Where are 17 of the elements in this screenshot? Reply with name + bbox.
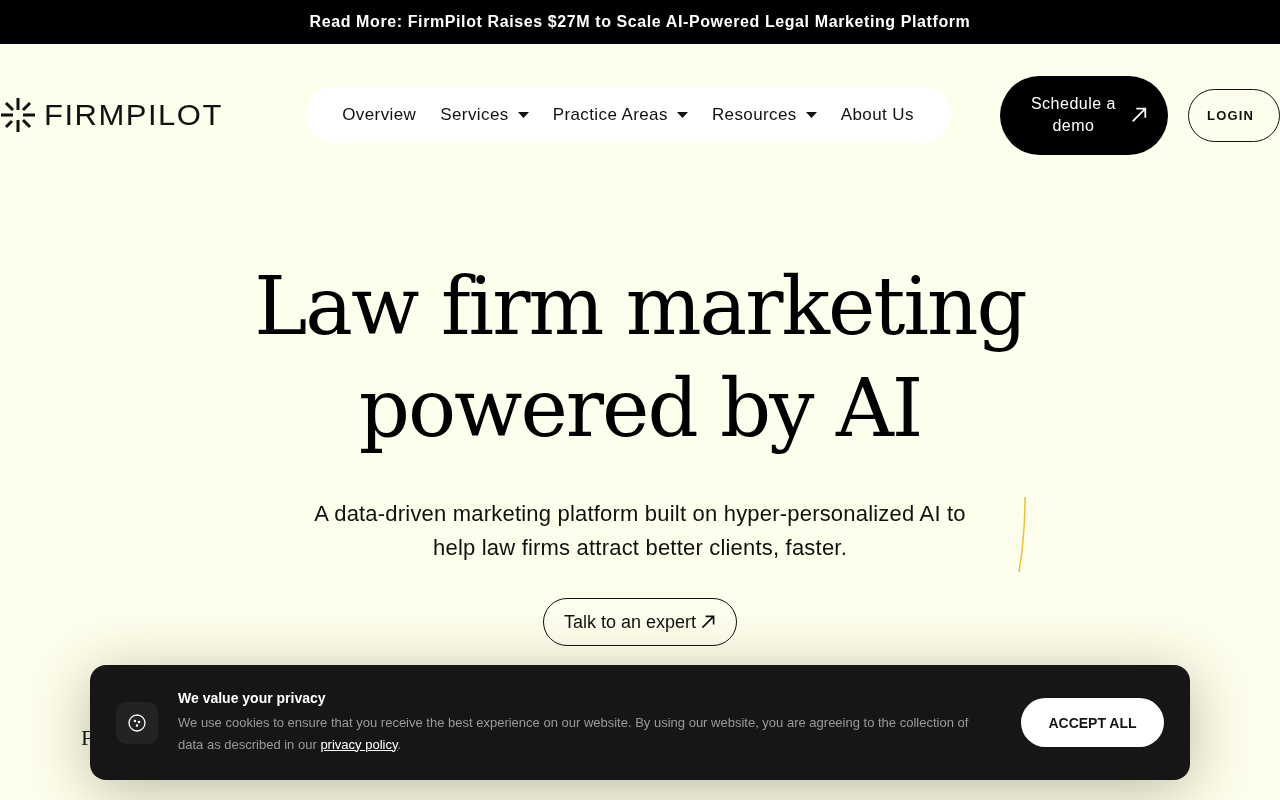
arrow-icon <box>700 614 717 630</box>
nav-link[interactable]: Practice Areas <box>552 105 688 125</box>
logo-wordmark[interactable]: FIRMPILOT <box>44 97 223 133</box>
nav-link[interactable]: About Us <box>840 105 914 125</box>
hero-title: Law firm marketing powered by AI <box>254 259 1026 457</box>
nav-link[interactable]: Overview <box>342 105 417 125</box>
nav-link[interactable]: Resources <box>711 105 817 125</box>
arrow-icon <box>1130 106 1149 124</box>
announcement-link[interactable]: Read More: FirmPilot Raises $27M to Scale AI-Powered Legal Marketing Platform <box>0 0 1280 44</box>
nav-link[interactable]: Services <box>440 105 529 125</box>
cookie-title: We value your privacy <box>178 689 327 706</box>
cookie-icon <box>128 713 146 732</box>
hero-subtitle: A data-driven marketing platform built on hyper-personalized AI to help law firms attract better clients, faster. <box>313 500 967 562</box>
accept-all-button[interactable]: ACCEPT ALL <box>1021 698 1164 747</box>
schedule-demo-button[interactable]: Schedule a demo <box>1000 75 1168 155</box>
cookie-text: We use cookies to ensure that you receive the best experience on our website. By using our website, you are agreeing to the collection of data as described in our privacy policy. <box>178 713 970 754</box>
logo-icon <box>0 97 36 133</box>
